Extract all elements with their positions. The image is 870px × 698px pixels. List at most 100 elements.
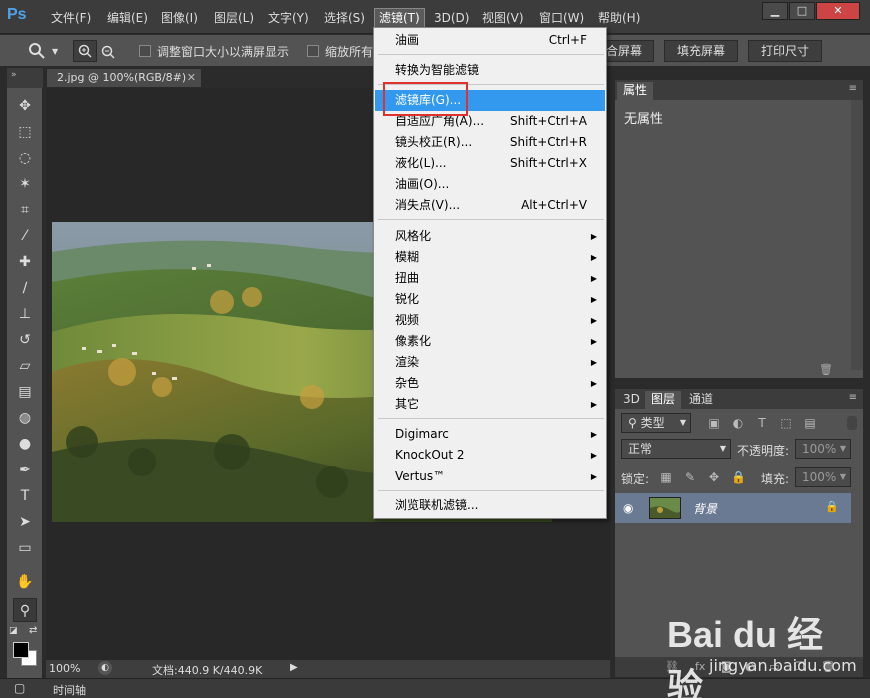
filter-toggle[interactable] bbox=[847, 416, 857, 430]
menu-edit[interactable]: 编辑(E) bbox=[103, 9, 152, 27]
type-filter-icon[interactable]: T bbox=[755, 416, 769, 430]
menu-item-browse-online-filters[interactable]: 浏览联机滤镜... bbox=[375, 495, 605, 516]
opacity-input[interactable]: 100% ▼ bbox=[795, 439, 851, 459]
layer-row-background[interactable]: ◉ 背景 🔒 bbox=[615, 493, 851, 523]
hand-tool-icon[interactable]: ✋ bbox=[13, 570, 37, 594]
tool-preset-chevron-icon[interactable]: ▼ bbox=[52, 47, 60, 56]
healing-brush-tool-icon[interactable]: ✚ bbox=[13, 250, 37, 274]
menu-item-convert-smart-filters[interactable]: 转换为智能滤镜 bbox=[375, 60, 605, 81]
menu-item-label: 扭曲 bbox=[395, 271, 420, 285]
tab-3d[interactable]: 3D bbox=[617, 391, 646, 409]
menu-filter[interactable]: 滤镜(T) bbox=[374, 8, 425, 28]
menu-item-digimarc[interactable]: Digimarc ▶ bbox=[375, 424, 605, 445]
fill-screen-button[interactable]: 填充屏幕 bbox=[664, 40, 738, 62]
path-selection-tool-icon[interactable]: ➤ bbox=[13, 510, 37, 534]
move-tool-icon[interactable]: ✥ bbox=[13, 94, 37, 118]
pen-tool-icon[interactable]: ✒ bbox=[13, 458, 37, 482]
trash-icon[interactable]: 🗑 bbox=[819, 363, 833, 376]
menu-item-pixelate[interactable]: 像素化 ▶ bbox=[375, 331, 605, 352]
toolbox-header[interactable]: » bbox=[7, 68, 43, 88]
document-tab[interactable]: 2.jpg @ 100%(RGB/8#) ✕ bbox=[46, 68, 202, 88]
zoom-tool-icon[interactable]: ⚲ bbox=[13, 598, 37, 622]
menu-item-noise[interactable]: 杂色 ▶ bbox=[375, 373, 605, 394]
menu-3d[interactable]: 3D(D) bbox=[430, 9, 473, 27]
tab-layers[interactable]: 图层 bbox=[645, 391, 682, 409]
smart-object-filter-icon[interactable]: ▤ bbox=[803, 416, 817, 430]
gradient-tool-icon[interactable]: ▤ bbox=[13, 380, 37, 404]
adjustment-filter-icon[interactable]: ◐ bbox=[731, 416, 745, 430]
swap-colors-icon[interactable]: ⇄ bbox=[29, 625, 37, 636]
menu-item-other[interactable]: 其它 ▶ bbox=[375, 394, 605, 415]
shape-filter-icon[interactable]: ⬚ bbox=[779, 416, 793, 430]
collapse-icon[interactable]: » bbox=[11, 70, 17, 80]
menu-file[interactable]: 文件(F) bbox=[47, 9, 95, 27]
menu-item-video[interactable]: 视频 ▶ bbox=[375, 310, 605, 331]
visibility-eye-icon[interactable]: ◉ bbox=[623, 501, 633, 515]
properties-scrollbar[interactable] bbox=[851, 100, 863, 370]
status-info-icon[interactable]: ◐ bbox=[98, 661, 112, 675]
pixel-filter-icon[interactable]: ▣ bbox=[707, 416, 721, 430]
close-button[interactable]: ✕ bbox=[816, 2, 860, 20]
layers-panel-menu-icon[interactable]: ≡ bbox=[849, 392, 857, 403]
type-tool-icon[interactable]: T bbox=[13, 484, 37, 508]
menu-item-sharpen[interactable]: 锐化 ▶ bbox=[375, 289, 605, 310]
menu-window[interactable]: 窗口(W) bbox=[535, 9, 588, 27]
print-size-button[interactable]: 打印尺寸 bbox=[748, 40, 822, 62]
resize-windows-checkbox[interactable] bbox=[139, 45, 151, 57]
history-brush-tool-icon[interactable]: ↺ bbox=[13, 328, 37, 352]
menu-item-label: 锐化 bbox=[395, 292, 420, 306]
status-menu-arrow-icon[interactable]: ▶ bbox=[290, 662, 298, 673]
crop-tool-icon[interactable]: ⌗ bbox=[13, 198, 37, 222]
menu-item-vertus[interactable]: Vertus™ ▶ bbox=[375, 466, 605, 487]
timeline-icon[interactable]: ▢ bbox=[14, 681, 25, 695]
fill-input[interactable]: 100% ▼ bbox=[795, 467, 851, 487]
lock-position-icon[interactable]: ✥ bbox=[707, 470, 721, 484]
lock-image-icon[interactable]: ✎ bbox=[683, 470, 697, 484]
zoom-out-icon[interactable] bbox=[100, 42, 120, 62]
menu-help[interactable]: 帮助(H) bbox=[594, 9, 644, 27]
lock-all-icon[interactable]: 🔒 bbox=[731, 470, 746, 484]
marquee-tool-icon[interactable]: ⬚ bbox=[13, 120, 37, 144]
menu-type[interactable]: 文字(Y) bbox=[264, 9, 313, 27]
eraser-tool-icon[interactable]: ▱ bbox=[13, 354, 37, 378]
minimize-button[interactable]: ▁ bbox=[762, 2, 788, 20]
dodge-tool-icon[interactable]: ● bbox=[13, 432, 37, 456]
timeline-label[interactable]: 时间轴 bbox=[53, 682, 86, 698]
menu-item-liquify[interactable]: 液化(L)... Shift+Ctrl+X bbox=[375, 153, 605, 174]
menu-view[interactable]: 视图(V) bbox=[478, 9, 528, 27]
blend-mode-select[interactable]: 正常 ▼ bbox=[621, 439, 731, 459]
layer-name[interactable]: 背景 bbox=[693, 500, 717, 517]
document-close-icon[interactable]: ✕ bbox=[187, 69, 196, 87]
zoom-all-checkbox[interactable] bbox=[307, 45, 319, 57]
lasso-tool-icon[interactable]: ◌ bbox=[13, 146, 37, 170]
default-colors-icon[interactable]: ◪ bbox=[9, 626, 18, 636]
menu-item-oil-paint[interactable]: 油画(O)... bbox=[375, 174, 605, 195]
shape-tool-icon[interactable]: ▭ bbox=[13, 536, 37, 560]
blur-tool-icon[interactable]: ◍ bbox=[13, 406, 37, 430]
zoom-in-button[interactable] bbox=[73, 40, 97, 62]
menu-item-last-filter[interactable]: 油画 Ctrl+F bbox=[375, 30, 605, 51]
tab-channels[interactable]: 通道 bbox=[683, 391, 719, 409]
clone-stamp-tool-icon[interactable]: ⊥ bbox=[13, 302, 37, 326]
restore-button[interactable]: □ bbox=[789, 2, 815, 20]
menu-select[interactable]: 选择(S) bbox=[320, 9, 369, 27]
menu-image[interactable]: 图像(I) bbox=[157, 9, 202, 27]
menu-item-stylize[interactable]: 风格化 ▶ bbox=[375, 226, 605, 247]
lock-transparent-icon[interactable]: ▦ bbox=[659, 470, 673, 484]
menu-item-render[interactable]: 渲染 ▶ bbox=[375, 352, 605, 373]
menu-item-vanishing-point[interactable]: 消失点(V)... Alt+Ctrl+V bbox=[375, 195, 605, 216]
zoom-tool-icon[interactable] bbox=[28, 42, 46, 60]
magic-wand-tool-icon[interactable]: ✶ bbox=[13, 172, 37, 196]
eyedropper-tool-icon[interactable]: ⁄ bbox=[13, 224, 37, 248]
panel-menu-icon[interactable]: ≡ bbox=[849, 83, 857, 94]
menu-item-distort[interactable]: 扭曲 ▶ bbox=[375, 268, 605, 289]
tab-properties[interactable]: 属性 bbox=[617, 82, 654, 100]
menu-item-knockout[interactable]: KnockOut 2 ▶ bbox=[375, 445, 605, 466]
brush-tool-icon[interactable]: ∕ bbox=[13, 276, 37, 300]
layer-filter-select[interactable]: ⚲ 类型 ▼ bbox=[621, 413, 691, 433]
menu-item-blur[interactable]: 模糊 ▶ bbox=[375, 247, 605, 268]
menu-item-lens-correction[interactable]: 镜头校正(R)... Shift+Ctrl+R bbox=[375, 132, 605, 153]
menu-layer[interactable]: 图层(L) bbox=[210, 9, 258, 27]
foreground-color-swatch[interactable] bbox=[13, 642, 29, 658]
zoom-level[interactable]: 100% bbox=[49, 662, 80, 675]
